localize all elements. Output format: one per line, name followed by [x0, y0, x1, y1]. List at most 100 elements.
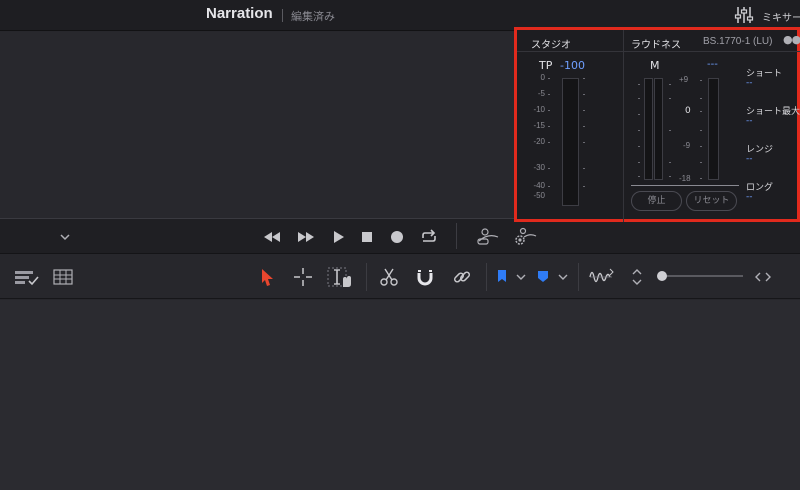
zoom-height-icon[interactable] — [628, 266, 646, 288]
loop-icon[interactable] — [419, 227, 439, 247]
grid-icon[interactable] — [52, 266, 74, 288]
scale-tick — [583, 126, 585, 127]
scale-tick — [583, 142, 585, 143]
transport-bar — [0, 218, 800, 254]
scale-tick — [700, 178, 702, 179]
loudness-standard[interactable]: BS.1770-1 (LU) — [703, 36, 772, 47]
chevron-down-icon[interactable] — [55, 227, 75, 247]
rewind-icon[interactable] — [262, 227, 282, 247]
meters-divider — [623, 30, 624, 222]
toolbar-divider — [578, 263, 579, 291]
lu-scale-label: -18 — [679, 174, 691, 183]
stat-range-value: -- — [746, 154, 753, 164]
scale-tick — [700, 98, 702, 99]
scale-tick — [638, 98, 640, 99]
chevron-down-icon[interactable] — [556, 266, 570, 288]
edit-status: 編集済み — [291, 10, 335, 23]
tp-meter-bar — [562, 78, 579, 206]
scale-tick — [638, 162, 640, 163]
stop-button[interactable]: 停止 — [631, 191, 682, 211]
scale-label: -20 — [533, 137, 545, 146]
flag-icon[interactable] — [495, 266, 509, 288]
loudness-integrated-bar — [708, 78, 719, 180]
zoom-slider-track[interactable] — [663, 275, 743, 277]
loudness-baseline — [631, 185, 739, 186]
scale-tick — [638, 130, 640, 131]
scale-tick — [669, 98, 671, 99]
title-separator — [282, 9, 283, 22]
scale-tick — [548, 142, 550, 143]
fast-forward-icon[interactable] — [296, 227, 316, 247]
mixer-icon[interactable] — [734, 6, 754, 24]
toolbar-divider — [366, 263, 367, 291]
trim-icon[interactable] — [292, 266, 314, 288]
scale-tick — [669, 130, 671, 131]
scale-label: -10 — [533, 105, 545, 114]
scale-label: -15 — [533, 121, 545, 130]
scale-tick — [583, 168, 585, 169]
scale-tick — [548, 126, 550, 127]
loudness-bar-left — [644, 78, 653, 180]
scale-tick — [583, 186, 585, 187]
scale-tick — [638, 114, 640, 115]
tp-label: TP — [539, 59, 553, 72]
link-icon[interactable] — [451, 266, 473, 288]
scale-tick — [583, 94, 585, 95]
selection-arrow-icon[interactable] — [256, 266, 278, 288]
audio-waveform-icon[interactable] — [588, 266, 616, 288]
stat-short-value: -- — [746, 78, 753, 88]
playhead-audio-icon[interactable] — [476, 227, 500, 247]
tp-value: -100 — [560, 59, 585, 72]
scale-tick — [548, 168, 550, 169]
studio-title: スタジオ — [531, 40, 571, 51]
scale-tick — [583, 78, 585, 79]
playhead-settings-icon[interactable] — [512, 227, 538, 247]
stat-short-max-label: ショート最大 — [746, 107, 800, 117]
project-title: Narration — [206, 5, 273, 22]
lu-scale-label: +9 — [679, 75, 689, 84]
scale-tick — [548, 78, 550, 79]
zoom-slider-knob[interactable] — [657, 271, 667, 281]
toolbar-divider — [486, 263, 487, 291]
scale-tick — [638, 176, 640, 177]
scale-tick — [700, 111, 702, 112]
scale-tick — [583, 110, 585, 111]
timeline-view-options-icon[interactable] — [14, 266, 40, 288]
timeline-area — [0, 300, 800, 490]
meters-header: スタジオ ラウドネス BS.1770-1 (LU) ●●● — [517, 30, 800, 52]
scale-label: -30 — [533, 163, 545, 172]
meters-panel: スタジオ ラウドネス BS.1770-1 (LU) ●●● TP -100 0 … — [514, 27, 800, 222]
scale-label: -40 — [533, 181, 545, 190]
scale-tick — [638, 146, 640, 147]
scale-tick — [669, 176, 671, 177]
record-icon[interactable] — [387, 227, 407, 247]
lu-scale-label: 0 — [685, 106, 691, 116]
reset-button[interactable]: リセット — [686, 191, 737, 211]
mixer-label[interactable]: ミキサー — [762, 9, 800, 24]
lu-scale-label: -9 — [683, 141, 691, 150]
scale-tick — [548, 94, 550, 95]
scale-tick — [638, 84, 640, 85]
momentary-label: M — [650, 59, 660, 72]
scale-tick — [548, 110, 550, 111]
scale-tick — [700, 130, 702, 131]
dynamic-trim-icon[interactable] — [326, 266, 354, 288]
scale-label: -50 — [533, 191, 545, 200]
scale-tick — [669, 84, 671, 85]
scale-tick — [700, 146, 702, 147]
blade-icon[interactable] — [378, 266, 400, 288]
snap-magnet-icon[interactable] — [414, 266, 436, 288]
chevron-down-icon[interactable] — [514, 266, 528, 288]
scale-label: 0 — [540, 73, 545, 82]
scale-tick — [700, 80, 702, 81]
transport-divider — [456, 223, 457, 249]
loudness-top-value: --- — [707, 59, 718, 70]
scale-tick — [700, 162, 702, 163]
zoom-width-icon[interactable] — [752, 266, 774, 288]
more-options-icon[interactable]: ●●● — [783, 33, 800, 46]
edit-toolbar — [0, 254, 800, 299]
scale-tick — [669, 162, 671, 163]
play-icon[interactable] — [328, 227, 348, 247]
stop-icon[interactable] — [357, 227, 377, 247]
marker-icon[interactable] — [535, 266, 551, 288]
